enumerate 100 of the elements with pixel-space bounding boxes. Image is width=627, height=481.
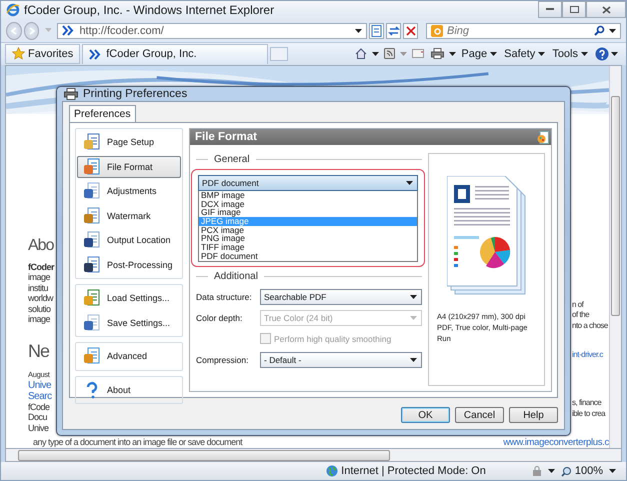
close-button[interactable]: [586, 1, 626, 18]
item-icon: [83, 289, 101, 308]
home-icon: [355, 48, 368, 60]
field-label: Data structure:: [196, 292, 253, 302]
link[interactable]: www.imageconverterplus.c: [503, 436, 609, 448]
dropdown-option[interactable]: PCX image: [199, 226, 417, 234]
section-heading: Ne: [28, 340, 50, 363]
back-icon: [10, 26, 18, 35]
dropdown[interactable]: Searchable PDF: [260, 288, 422, 304]
page-text: Unive: [28, 422, 49, 434]
checkbox-label: Perform high quality smoothing: [274, 334, 392, 344]
page-text: image: [28, 272, 50, 283]
maximize-icon: [570, 6, 578, 13]
dialog-button[interactable]: OK: [401, 407, 450, 423]
dropdown-caret-icon[interactable]: [355, 28, 362, 33]
stop-button[interactable]: [403, 22, 418, 39]
item-icon: [83, 231, 101, 250]
menu-button[interactable]: Safety: [502, 44, 548, 63]
help-button[interactable]: [593, 44, 620, 63]
zoom-button[interactable]: 100%: [560, 465, 603, 478]
browser-tab[interactable]: fCoder Group, Inc.: [82, 44, 268, 64]
dropdown-option[interactable]: BMP image: [199, 191, 417, 200]
page-text: Docu: [28, 412, 48, 423]
menu-button[interactable]: Tools: [550, 44, 590, 63]
favorites-button[interactable]: Favorites: [5, 44, 80, 64]
search-icon[interactable]: [594, 25, 606, 36]
dropdown-option[interactable]: DCX image: [199, 200, 417, 208]
nav-item[interactable]: Output Location: [77, 229, 181, 252]
dropdown-option[interactable]: PDF document: [199, 252, 417, 260]
nav-item[interactable]: Watermark: [77, 204, 181, 227]
browser-logo-icon: [6, 3, 20, 18]
page-text: image: [28, 314, 50, 325]
dropdown-caret-icon[interactable]: [609, 28, 616, 33]
globe-icon: [326, 465, 338, 478]
nav-item[interactable]: Load Settings...: [77, 287, 181, 310]
site-icon: [89, 48, 102, 60]
caret-icon: [581, 52, 588, 56]
caret-icon[interactable]: [449, 52, 456, 56]
dropdown[interactable]: - Default -: [260, 352, 422, 368]
page-text: worldw: [28, 293, 54, 304]
caret-icon[interactable]: [548, 469, 555, 474]
vertical-scrollbar[interactable]: [609, 66, 621, 448]
menu-button[interactable]: Page: [459, 44, 500, 63]
field-label: Color depth:: [196, 312, 244, 322]
search-field[interactable]: Bing: [426, 22, 622, 39]
security-zone[interactable]: Internet | Protected Mode: On: [326, 465, 486, 478]
dialog-button[interactable]: Help: [509, 407, 558, 423]
dropdown-option[interactable]: PNG image: [199, 234, 417, 244]
dropdown-caret-icon: [406, 181, 413, 185]
caret-icon: [611, 52, 618, 56]
dropdown-option[interactable]: GIF image: [199, 208, 417, 218]
caret-icon[interactable]: [609, 469, 616, 474]
nav-item[interactable]: Advanced: [77, 345, 181, 368]
page-text: nto a chose: [572, 320, 608, 332]
nav-item[interactable]: Post-Processing: [77, 254, 181, 276]
window-title: fCoder Group, Inc. - Windows Internet Explorer: [24, 3, 274, 18]
caret-icon[interactable]: [372, 52, 380, 56]
maximize-button[interactable]: [562, 1, 586, 18]
page-text: s, finance: [572, 398, 602, 409]
nav-item[interactable]: Adjustments: [77, 180, 181, 202]
feed-icon: [384, 48, 396, 60]
group-label: General: [214, 154, 250, 164]
group-label: Additional: [214, 271, 258, 282]
printer-icon: [431, 48, 444, 60]
page-text: solutio: [28, 304, 51, 314]
address-field[interactable]: http://fcoder.com/: [57, 22, 368, 39]
refresh-button[interactable]: [386, 22, 402, 39]
page-text: n of: [572, 300, 584, 310]
link[interactable]: int-driver.c: [572, 349, 603, 360]
page-text: institu: [28, 282, 48, 294]
dropdown-option[interactable]: TIFF image: [199, 243, 417, 252]
site-icon: [62, 25, 74, 36]
item-icon: [83, 256, 101, 274]
page-text: of the: [572, 310, 590, 321]
envelope-icon: [412, 49, 424, 58]
dropdown-caret-icon: [410, 294, 417, 298]
dropdown-caret-icon: [410, 316, 417, 320]
minimize-button[interactable]: [538, 1, 562, 18]
horizontal-scrollbar[interactable]: [5, 448, 622, 462]
item-icon: [83, 158, 101, 176]
dialog-button[interactable]: Cancel: [455, 407, 504, 423]
item-icon: [83, 347, 101, 366]
caret-icon: [538, 52, 546, 56]
item-icon: [83, 206, 101, 225]
nav-item[interactable]: File Format: [77, 156, 181, 178]
nav-item[interactable]: About: [77, 378, 181, 401]
format-dropdown[interactable]: PDF document: [198, 175, 418, 191]
link[interactable]: Unive: [28, 380, 52, 391]
tab[interactable]: Preferences: [69, 105, 136, 122]
page-text: ible to crea: [572, 408, 606, 420]
link[interactable]: Searc: [28, 390, 52, 402]
search-provider-icon: [431, 24, 444, 37]
page-text: any type of a document into an image file or save document: [33, 436, 242, 448]
forward-icon: [28, 26, 36, 35]
caret-icon: [490, 52, 498, 56]
page-text: fCoder: [28, 262, 54, 272]
compatibility-button[interactable]: [369, 22, 384, 39]
nav-item[interactable]: Page Setup: [77, 131, 181, 154]
refresh-icon: [388, 25, 400, 36]
nav-item[interactable]: Save Settings...: [77, 312, 181, 334]
